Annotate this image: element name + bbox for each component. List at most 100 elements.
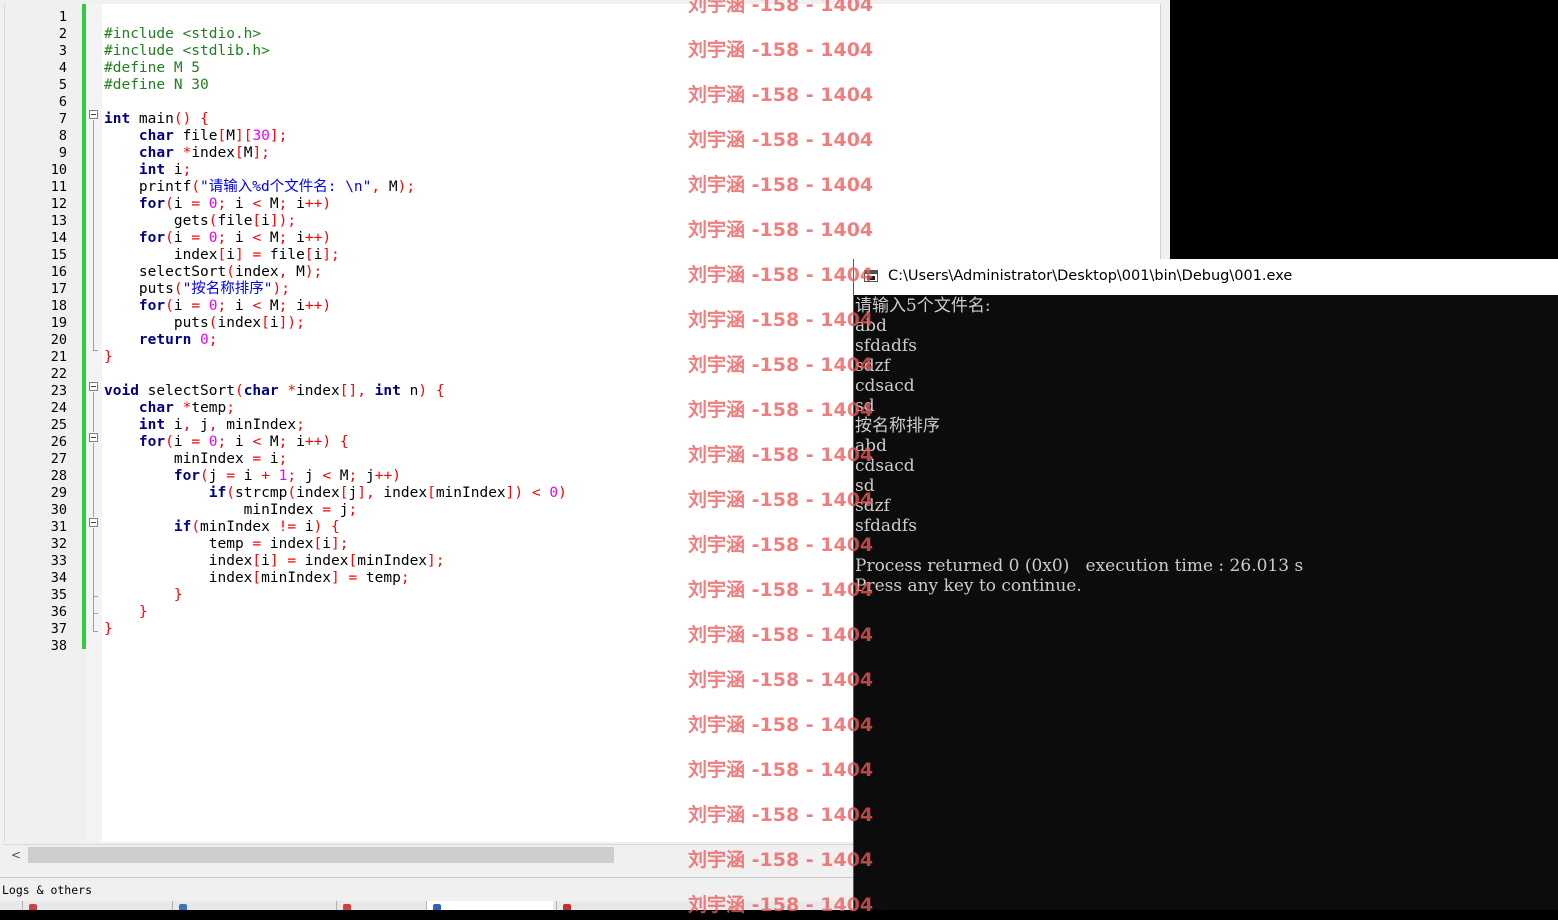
code-token: j — [357, 468, 375, 484]
code-token: M — [261, 230, 279, 246]
line-number: 35 — [50, 587, 67, 603]
console-line: Press any key to continue. — [855, 576, 1082, 596]
code-line[interactable]: for(i = 0; i < M; i++) — [104, 230, 567, 247]
code-line[interactable]: index[minIndex] = temp; — [104, 570, 567, 587]
code-line[interactable]: selectSort(index, M); — [104, 264, 567, 281]
code-token: M — [226, 128, 235, 144]
code-line[interactable] — [104, 638, 567, 655]
scroll-left-icon[interactable]: < — [8, 847, 24, 863]
code-line[interactable]: int i, j, minIndex; — [104, 417, 567, 434]
code-token: * — [182, 145, 192, 161]
fold-toggle-icon[interactable] — [89, 110, 98, 119]
logs-tab[interactable] — [556, 901, 717, 910]
code-line[interactable]: char file[M][30]; — [104, 128, 567, 145]
code-token: i — [287, 298, 305, 314]
code-token: puts — [104, 281, 174, 297]
code-token: printf — [104, 179, 192, 195]
fold-toggle-icon[interactable] — [89, 518, 98, 527]
fold-guide-end — [93, 350, 98, 351]
code-line[interactable] — [104, 94, 567, 111]
code-line[interactable]: temp = index[i]; — [104, 536, 567, 553]
code-line[interactable]: gets(file[i]); — [104, 213, 567, 230]
code-token: index — [104, 553, 253, 569]
code-token: M — [331, 468, 349, 484]
code-token: index — [296, 485, 340, 501]
code-token: ] — [330, 570, 340, 586]
code-token: [ — [313, 536, 323, 552]
code-token: strcmp — [234, 485, 288, 501]
console-window[interactable]: C:\Users\Administrator\Desktop\001\bin\D… — [853, 259, 1558, 910]
code-token: "请输入%d个文件名: \n" — [200, 179, 372, 195]
code-line[interactable]: } — [104, 587, 567, 604]
code-line[interactable]: puts(index[i]); — [104, 315, 567, 332]
logs-tab[interactable] — [336, 901, 425, 910]
code-line[interactable]: #define N 30 — [104, 77, 567, 94]
code-line[interactable]: } — [104, 604, 567, 621]
logs-tab[interactable] — [172, 901, 331, 910]
code-line[interactable] — [104, 366, 567, 383]
code-token: int — [138, 162, 166, 178]
code-line[interactable]: #define M 5 — [104, 60, 567, 77]
code-token: = — [191, 434, 201, 450]
logs-tab[interactable] — [22, 901, 171, 910]
code-token: temp — [104, 536, 253, 552]
horizontal-scroll-thumb[interactable] — [28, 847, 614, 863]
code-token: #define M 5 — [104, 60, 201, 76]
code-line[interactable]: for(i = 0; i < M; i++) { — [104, 434, 567, 451]
code-token: if — [208, 485, 227, 501]
line-number: 9 — [58, 145, 67, 161]
code-token: ; — [287, 468, 297, 484]
code-token: () — [173, 111, 192, 127]
code-line[interactable]: char *index[M]; — [104, 145, 567, 162]
code-token: ; — [278, 451, 288, 467]
code-line[interactable]: for(j = i + 1; j < M; j++) — [104, 468, 567, 485]
source-code[interactable]: #include <stdio.h> #include <stdlib.h> #de… — [104, 9, 567, 655]
code-line[interactable]: printf("请输入%d个文件名: \n", M); — [104, 179, 567, 196]
code-token: ) — [418, 383, 428, 399]
code-line[interactable]: index[i] = index[minIndex]; — [104, 553, 567, 570]
code-line[interactable]: #include <stdio.h> — [104, 26, 567, 43]
code-line[interactable]: minIndex = i; — [104, 451, 567, 468]
code-token: } — [173, 587, 183, 603]
code-line[interactable]: if(minIndex != i) { — [104, 519, 567, 536]
code-line[interactable]: #include <stdlib.h> — [104, 43, 567, 60]
code-line[interactable]: return 0; — [104, 332, 567, 349]
code-token: puts — [104, 315, 209, 331]
code-token: for — [138, 434, 166, 450]
code-token: i — [287, 196, 305, 212]
code-token: < — [252, 230, 262, 246]
line-number: 12 — [50, 196, 67, 212]
fold-toggle-icon[interactable] — [89, 382, 98, 391]
code-token: M — [261, 196, 279, 212]
code-line[interactable]: } — [104, 349, 567, 366]
line-number: 37 — [50, 621, 67, 637]
code-line[interactable]: for(i = 0; i < M; i++) — [104, 196, 567, 213]
logs-tab-active[interactable] — [426, 901, 553, 910]
code-line[interactable]: if(strcmp(index[j], index[minIndex]) < 0… — [104, 485, 567, 502]
code-line[interactable]: index[i] = file[i]; — [104, 247, 567, 264]
code-token: for — [138, 298, 166, 314]
fold-toggle-icon[interactable] — [89, 433, 98, 442]
console-window-title: C:\Users\Administrator\Desktop\001\bin\D… — [888, 268, 1293, 284]
code-line[interactable]: for(i = 0; i < M; i++) — [104, 298, 567, 315]
code-line[interactable]: int i; — [104, 162, 567, 179]
code-line[interactable]: } — [104, 621, 567, 638]
code-line[interactable]: void selectSort(char *index[], int n) { — [104, 383, 567, 400]
code-token: ++) — [304, 298, 332, 314]
code-line[interactable]: minIndex = j; — [104, 502, 567, 519]
code-line[interactable]: char *temp; — [104, 400, 567, 417]
tab-icon — [343, 904, 351, 910]
line-number: 3 — [58, 43, 67, 59]
code-line[interactable] — [104, 9, 567, 26]
console-titlebar[interactable]: C:\Users\Administrator\Desktop\001\bin\D… — [854, 259, 1558, 295]
code-token: #include <stdio.h> — [104, 26, 262, 42]
code-token: ( — [165, 298, 174, 314]
code-token: = — [287, 553, 297, 569]
code-token: } — [104, 621, 113, 637]
code-line[interactable]: puts("按名称排序"); — [104, 281, 567, 298]
code-line[interactable]: int main() { — [104, 111, 567, 128]
